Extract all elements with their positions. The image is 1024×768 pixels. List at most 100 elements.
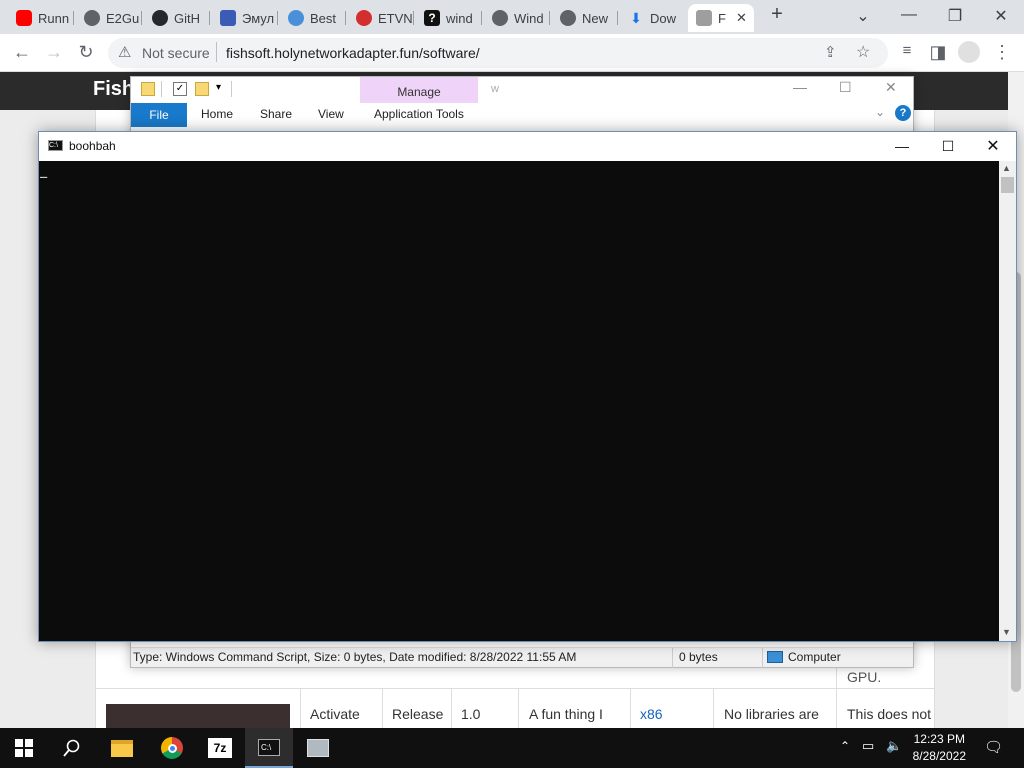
- cell-name: Activate: [310, 706, 360, 722]
- console-scrollbar[interactable]: ▲ ▼: [999, 161, 1016, 641]
- tab-label: F: [718, 10, 726, 26]
- bookmark-star-icon[interactable]: ☆: [856, 42, 870, 62]
- console-close-icon[interactable]: ✕: [970, 132, 1016, 161]
- menu-kebab-icon[interactable]: ⋮: [990, 42, 1014, 63]
- explorer-close-icon[interactable]: ✕: [885, 79, 897, 96]
- tab-home[interactable]: Home: [201, 107, 233, 121]
- url-text[interactable]: fishsoft.holynetworkadapter.fun/software…: [226, 45, 480, 61]
- restore-icon[interactable]: ❐: [932, 6, 978, 26]
- console-titlebar[interactable]: C:\ boohbah — ☐ ✕: [39, 132, 1016, 161]
- close-window-icon[interactable]: ✕: [978, 6, 1024, 26]
- forward-icon[interactable]: →: [42, 42, 66, 63]
- share-icon[interactable]: ⇪: [824, 43, 837, 61]
- note-text: GPU.: [847, 669, 882, 685]
- help-icon[interactable]: ?: [895, 105, 911, 121]
- scroll-up-icon[interactable]: ▲: [1002, 163, 1011, 173]
- browser-tab[interactable]: Best: [280, 4, 346, 32]
- tab-label: Эмул: [242, 10, 275, 26]
- address-bar[interactable]: ⚠ Not secure fishsoft.holynetworkadapter…: [108, 38, 888, 68]
- browser-tab[interactable]: Эмул: [212, 4, 278, 32]
- side-panel-icon[interactable]: ◨: [926, 42, 950, 63]
- clock-time: 12:23 PM: [913, 732, 965, 746]
- minimize-icon[interactable]: —: [886, 6, 932, 24]
- explorer-status-bar: Type: Windows Command Script, Size: 0 by…: [131, 647, 913, 668]
- console-maximize-icon[interactable]: ☐: [925, 132, 971, 161]
- taskbar-chrome[interactable]: [148, 728, 196, 768]
- browser-tab[interactable]: ? wind: [416, 4, 482, 32]
- tray-overflow-chevron-icon[interactable]: ⌃: [840, 739, 850, 753]
- cell-arch-link[interactable]: x86: [640, 706, 663, 722]
- globe-icon: [492, 10, 508, 26]
- site-logo-icon: [220, 10, 236, 26]
- browser-tab[interactable]: Runn: [8, 4, 74, 32]
- browser-tab-active[interactable]: F ✕: [688, 4, 754, 32]
- tab-label: E2Gu: [106, 10, 140, 26]
- search-icon: [63, 739, 80, 757]
- console-output[interactable]: _: [39, 161, 999, 641]
- network-icon[interactable]: ▭: [862, 738, 874, 754]
- explorer-title: w: [491, 83, 499, 95]
- browser-tab[interactable]: GitH: [144, 4, 210, 32]
- tab-label: Runn: [38, 10, 70, 26]
- site-logo-icon: [288, 10, 304, 26]
- start-button[interactable]: [0, 728, 48, 768]
- cell-description: A fun thing I: [529, 706, 603, 722]
- new-folder-icon[interactable]: [195, 82, 209, 96]
- site-logo-icon: [356, 10, 372, 26]
- tab-label: New: [582, 10, 609, 26]
- warning-icon[interactable]: ⚠: [118, 43, 131, 61]
- image-viewer-icon: [307, 739, 329, 757]
- explorer-maximize-icon[interactable]: ☐: [839, 79, 852, 96]
- image-icon: [696, 10, 712, 26]
- tab-label: Dow: [650, 10, 677, 26]
- tab-share[interactable]: Share: [260, 107, 292, 121]
- browser-tab[interactable]: ETVN: [348, 4, 414, 32]
- console-minimize-icon[interactable]: —: [879, 132, 925, 161]
- cell-notes: This does not: [847, 706, 932, 722]
- site-title[interactable]: Fish: [93, 78, 134, 101]
- search-button[interactable]: [48, 728, 96, 768]
- security-label[interactable]: Not secure: [142, 45, 210, 61]
- notifications-icon[interactable]: 🗨: [984, 738, 1003, 756]
- cell-version: 1.0: [461, 706, 481, 722]
- properties-icon[interactable]: ✓: [173, 82, 187, 96]
- github-icon: [152, 10, 168, 26]
- new-tab-button[interactable]: +: [754, 3, 800, 26]
- tab-file[interactable]: File: [131, 103, 187, 127]
- explorer-minimize-icon[interactable]: —: [793, 79, 807, 95]
- profile-avatar-icon[interactable]: [958, 41, 980, 63]
- globe-icon: [84, 10, 100, 26]
- scrollbar-thumb[interactable]: [1001, 177, 1014, 193]
- status-size: 0 bytes: [679, 650, 718, 664]
- ribbon-expand-icon[interactable]: ⌄: [875, 105, 885, 119]
- tab-view[interactable]: View: [318, 107, 344, 121]
- download-icon: ⬇: [630, 10, 642, 26]
- close-tab-icon[interactable]: ✕: [736, 10, 747, 26]
- scroll-down-icon[interactable]: ▼: [1002, 627, 1011, 637]
- tab-application-tools[interactable]: Application Tools: [374, 107, 464, 121]
- taskbar-file-explorer[interactable]: [98, 728, 146, 768]
- reload-icon[interactable]: ↻: [74, 42, 98, 63]
- quick-access-dropdown-icon[interactable]: ▾: [216, 82, 221, 93]
- file-explorer-icon: [111, 739, 133, 757]
- browser-tab[interactable]: Wind: [484, 4, 550, 32]
- tab-search-chevron-icon[interactable]: ⌄: [840, 6, 886, 26]
- computer-icon: [767, 651, 783, 663]
- browser-tab[interactable]: ⬇ Dow: [620, 4, 686, 32]
- cell-status: Release: [392, 706, 444, 722]
- volume-icon[interactable]: 🔈: [886, 738, 902, 754]
- taskbar-image-viewer[interactable]: [294, 728, 342, 768]
- reading-list-icon[interactable]: ≡: [895, 42, 919, 59]
- taskbar-command-prompt[interactable]: C:\: [245, 728, 293, 768]
- taskbar-clock[interactable]: 12:23 PM 8/28/2022: [913, 731, 966, 765]
- browser-tab[interactable]: New: [552, 4, 618, 32]
- divider: [216, 42, 217, 62]
- taskbar-7zip[interactable]: 7z: [196, 728, 244, 768]
- back-icon[interactable]: ←: [10, 42, 34, 63]
- folder-icon: [141, 82, 155, 96]
- explorer-titlebar[interactable]: ✓ ▾ w — ☐ ✕: [131, 77, 913, 103]
- 7zip-icon: 7z: [208, 738, 232, 758]
- browser-tab[interactable]: E2Gu: [76, 4, 142, 32]
- manage-label[interactable]: Manage: [360, 85, 478, 99]
- table-row-divider: [96, 688, 934, 689]
